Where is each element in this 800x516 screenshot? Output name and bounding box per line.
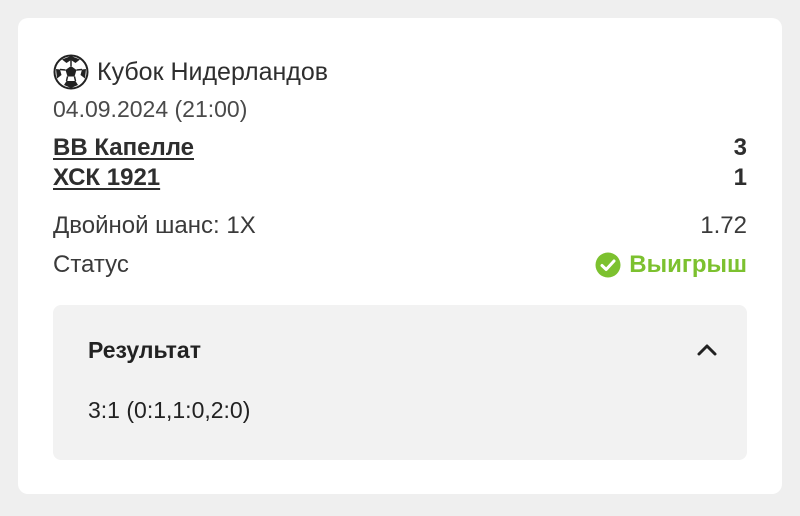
match-datetime: 04.09.2024 (21:00) xyxy=(53,96,248,122)
status-badge: Выигрыш xyxy=(595,251,747,279)
bet-card: Кубок Нидерландов 04.09.2024 (21:00) ВВ … xyxy=(18,18,782,494)
result-title: Результат xyxy=(88,336,201,363)
status-row: Статус Выигрыш xyxy=(53,248,747,282)
tournament-header: Кубок Нидерландов xyxy=(53,54,328,90)
soccer-ball-icon xyxy=(53,54,89,90)
status-value: Выигрыш xyxy=(629,251,747,278)
away-team-score: 1 xyxy=(733,164,747,191)
chevron-up-icon[interactable] xyxy=(694,337,720,363)
away-team-row: ХСК 1921 1 xyxy=(53,163,747,193)
bet-row: Двойной шанс: 1X 1.72 xyxy=(53,209,747,243)
check-circle-icon xyxy=(595,252,621,278)
result-score-detail: 3:1 (0:1,1:0,2:0) xyxy=(88,397,251,423)
status-label: Статус xyxy=(53,251,129,278)
home-team-score: 3 xyxy=(733,134,747,161)
bet-odds: 1.72 xyxy=(700,212,747,239)
home-team-row: ВВ Капелле 3 xyxy=(53,133,747,163)
tournament-name: Кубок Нидерландов xyxy=(97,57,329,86)
result-toggle[interactable]: Результат xyxy=(88,335,720,365)
away-team-link[interactable]: ХСК 1921 xyxy=(53,164,160,192)
bet-market-label: Двойной шанс: 1X xyxy=(53,212,256,239)
result-panel: Результат 3:1 (0:1,1:0,2:0) xyxy=(53,305,747,460)
home-team-link[interactable]: ВВ Капелле xyxy=(53,134,194,162)
